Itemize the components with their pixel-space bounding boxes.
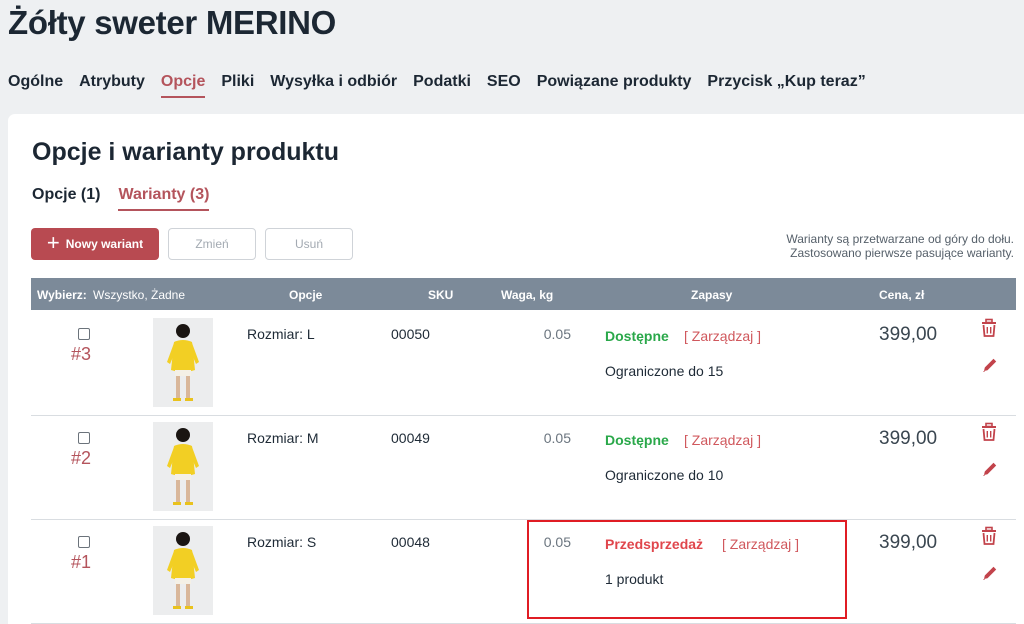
processing-hint: Warianty są przetwarzane od góry do dołu… xyxy=(786,232,1014,260)
tab-attributes[interactable]: Atrybuty xyxy=(79,73,145,98)
variant-price: 399,00 xyxy=(879,324,938,345)
subtab-options[interactable]: Opcje (1) xyxy=(32,186,100,211)
header-sku: SKU xyxy=(428,288,454,302)
table-header: Wybierz: Wszystko, Żadne Opcje SKU Waga,… xyxy=(31,278,1016,310)
table-row: #2 Rozmiar: M 00049 0.05 Dostępne [ Zarz… xyxy=(31,416,1016,520)
tab-files[interactable]: Pliki xyxy=(221,73,254,98)
section-title: Opcje i warianty produktu xyxy=(32,138,339,166)
trash-icon[interactable] xyxy=(979,526,999,546)
header-select: Wybierz: xyxy=(37,288,87,302)
stock-status: Dostępne xyxy=(605,328,669,344)
select-all-none-links[interactable]: Wszystko, Żadne xyxy=(93,288,185,302)
variant-sku: 00049 xyxy=(391,430,430,446)
pencil-icon[interactable] xyxy=(981,460,999,478)
trash-icon[interactable] xyxy=(979,318,999,338)
variant-weight: 0.05 xyxy=(543,430,571,446)
tab-taxes[interactable]: Podatki xyxy=(413,73,471,98)
stock-note: Ograniczone do 15 xyxy=(605,363,724,379)
edit-button[interactable]: Zmień xyxy=(168,228,256,260)
stock-status: Dostępne xyxy=(605,432,669,448)
variant-weight: 0.05 xyxy=(543,326,571,342)
tab-general[interactable]: Ogólne xyxy=(8,73,63,98)
tab-seo[interactable]: SEO xyxy=(487,73,521,98)
plus-icon: + xyxy=(46,230,60,255)
product-thumbnail[interactable] xyxy=(153,526,213,615)
table-row: #1 Rozmiar: S 00048 0.05 Przedsprzedaż [… xyxy=(31,520,1016,624)
row-checkbox[interactable] xyxy=(78,536,90,548)
product-thumbnail[interactable] xyxy=(153,318,213,407)
stock-note: Ograniczone do 10 xyxy=(605,467,724,483)
tab-options[interactable]: Opcje xyxy=(160,73,206,98)
trash-icon[interactable] xyxy=(979,422,999,442)
variants-panel: Opcje i warianty produktu Opcje (1) Wari… xyxy=(8,114,1024,624)
toolbar: + Nowy wariant Zmień Usuń xyxy=(31,228,353,260)
tab-shipping[interactable]: Wysyłka i odbiór xyxy=(270,73,397,98)
table-row: #3 Rozmiar: L 00050 0.05 Dostępne [ Zarz… xyxy=(31,312,1016,416)
header-stock: Zapasy xyxy=(691,288,733,302)
header-weight: Waga, kg xyxy=(501,288,554,302)
variant-option: Rozmiar: L xyxy=(247,326,315,342)
subtabs: Opcje (1) Warianty (3) xyxy=(32,186,210,211)
new-variant-label: Nowy wariant xyxy=(65,237,144,251)
hint-line-1: Warianty są przetwarzane od góry do dołu… xyxy=(786,232,1014,246)
product-thumbnail[interactable] xyxy=(153,422,213,511)
tab-related-products[interactable]: Powiązane produkty xyxy=(537,73,692,98)
subtab-variants[interactable]: Warianty (3) xyxy=(118,186,210,211)
variant-number: #1 xyxy=(71,552,92,572)
variant-sku: 00048 xyxy=(391,534,430,550)
variant-number: #2 xyxy=(71,448,92,468)
variant-price: 399,00 xyxy=(879,428,938,449)
row-checkbox[interactable] xyxy=(78,328,90,340)
header-price: Cena, zł xyxy=(879,288,925,302)
pencil-icon[interactable] xyxy=(981,564,999,582)
main-nav: Ogólne Atrybuty Opcje Pliki Wysyłka i od… xyxy=(8,73,866,98)
variant-price: 399,00 xyxy=(879,532,938,553)
variant-sku: 00050 xyxy=(391,326,430,342)
pencil-icon[interactable] xyxy=(981,356,999,374)
page-title: Żółty sweter MERINO xyxy=(8,4,337,41)
stock-note: 1 produkt xyxy=(605,571,664,587)
manage-stock-link[interactable]: [ Zarządzaj ] xyxy=(722,536,799,552)
delete-button[interactable]: Usuń xyxy=(265,228,353,260)
variant-option: Rozmiar: M xyxy=(247,430,319,446)
manage-stock-link[interactable]: [ Zarządzaj ] xyxy=(684,328,761,344)
manage-stock-link[interactable]: [ Zarządzaj ] xyxy=(684,432,761,448)
hint-line-2: Zastosowano pierwsze pasujące warianty. xyxy=(790,246,1014,260)
tab-buy-now-button[interactable]: Przycisk „Kup teraz” xyxy=(707,73,865,98)
new-variant-button[interactable]: + Nowy wariant xyxy=(31,228,159,260)
variant-weight: 0.05 xyxy=(543,534,571,550)
stock-status: Przedsprzedaż xyxy=(605,536,704,552)
variant-number: #3 xyxy=(71,344,92,364)
header-options: Opcje xyxy=(289,288,323,302)
row-checkbox[interactable] xyxy=(78,432,90,444)
variant-option: Rozmiar: S xyxy=(247,534,317,550)
